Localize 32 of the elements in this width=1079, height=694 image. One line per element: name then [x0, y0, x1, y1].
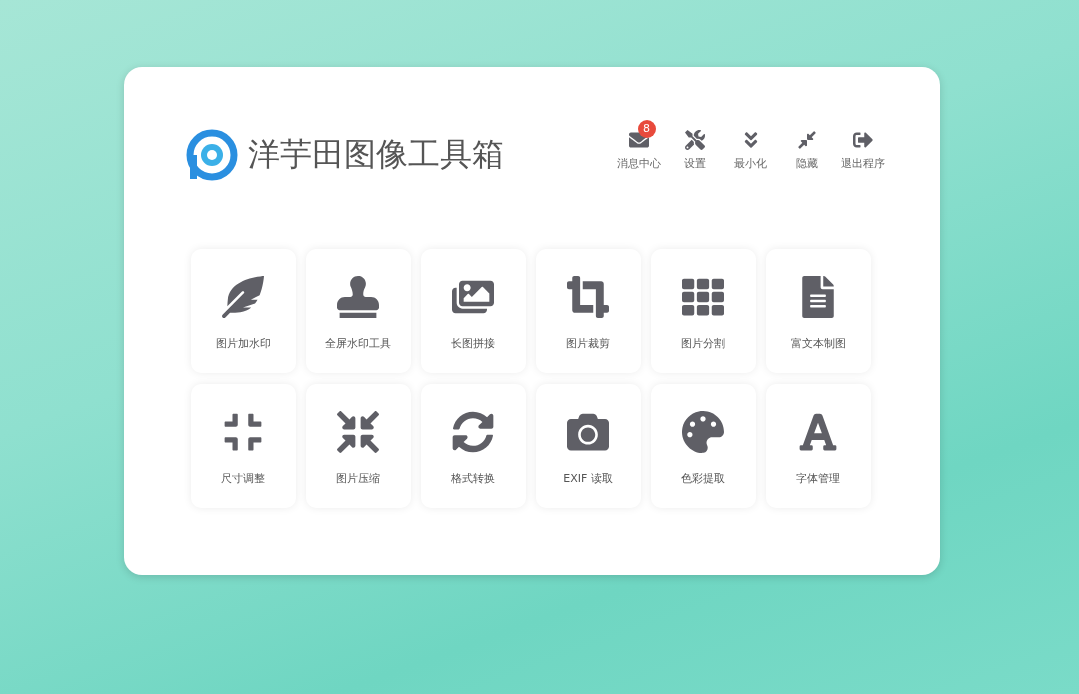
tool-tile[interactable]: 图片分割	[650, 249, 756, 373]
refresh-icon	[452, 411, 494, 453]
tool-tile[interactable]: EXIF 读取	[535, 384, 641, 508]
tool-tile[interactable]: 尺寸调整	[190, 384, 296, 508]
logo-icon	[185, 129, 238, 181]
notification-badge: 8	[637, 119, 656, 138]
tool-tile[interactable]: 富文本制图	[765, 249, 871, 373]
compress-arrows-icon	[337, 411, 379, 453]
tool-tile[interactable]: 图片裁剪	[535, 249, 641, 373]
compress-arrows-icon	[796, 129, 817, 150]
crop-icon	[567, 276, 609, 318]
tool-tile[interactable]: 全屏水印工具	[305, 249, 411, 373]
tool-tile[interactable]: 图片压缩	[305, 384, 411, 508]
feather-icon	[222, 276, 264, 318]
compress-icon	[222, 411, 264, 453]
stamp-icon	[337, 276, 379, 318]
tool-tile[interactable]: 色彩提取	[650, 384, 756, 508]
tool-tile[interactable]: 格式转换	[420, 384, 526, 508]
tool-tile[interactable]: 字体管理	[765, 384, 871, 508]
camera-icon	[567, 411, 609, 453]
toolbar-button[interactable]: 退出程序	[839, 119, 886, 171]
grid-icon	[682, 276, 724, 318]
toolbar-button[interactable]: 消息中心 8	[615, 119, 662, 171]
toolbar-button[interactable]: 隐藏	[783, 119, 830, 171]
toolbar-button[interactable]: 最小化	[727, 119, 774, 171]
letter-icon	[797, 411, 839, 453]
app-title: 洋芋田图像工具箱	[247, 134, 504, 175]
toolbar-button[interactable]: 设置	[671, 119, 718, 171]
tool-tile[interactable]: 图片加水印	[190, 249, 296, 373]
palette-icon	[682, 411, 724, 453]
tools-icon	[684, 129, 705, 150]
tool-tile[interactable]: 长图拼接	[420, 249, 526, 373]
